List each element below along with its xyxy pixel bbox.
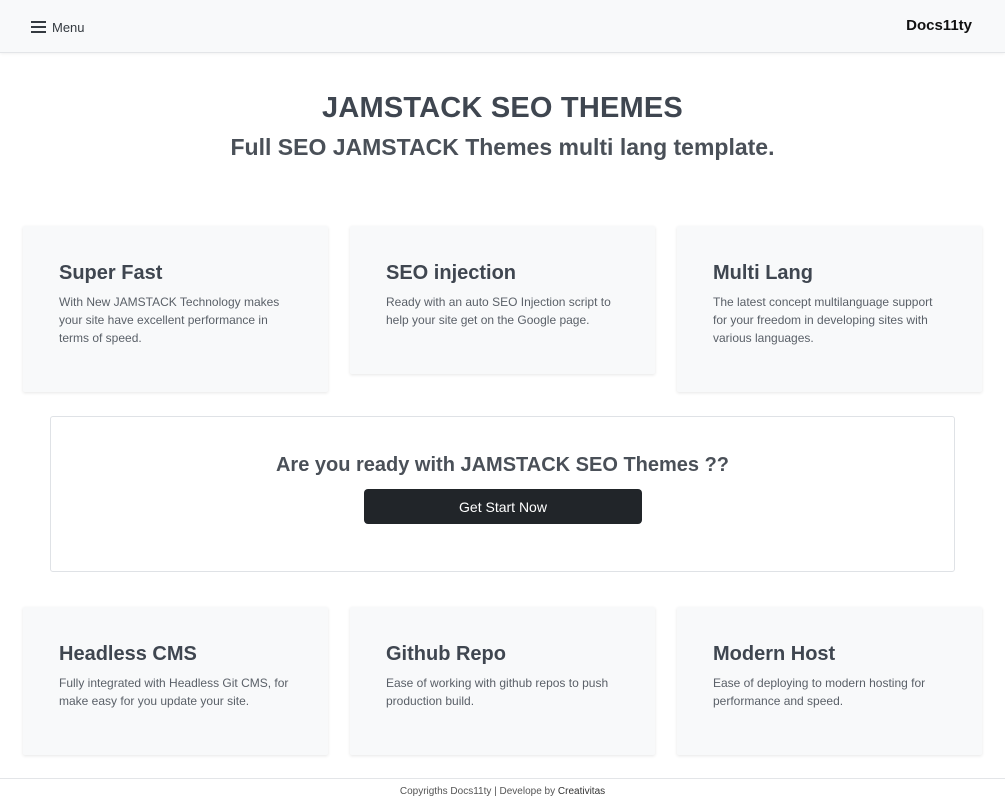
feature-card-headless-cms: Headless CMS Fully integrated with Headl…: [23, 607, 328, 755]
cta-title: Are you ready with JAMSTACK SEO Themes ?…: [275, 454, 730, 476]
feature-text: With New JAMSTACK Technology makes your …: [59, 295, 280, 345]
feature-text: Fully integrated with Headless Git CMS, …: [59, 676, 289, 708]
feature-card-multi-lang: Multi Lang The latest concept multilangu…: [677, 226, 982, 392]
feature-text: Ease of working with github repos to pus…: [386, 676, 609, 708]
feature-title: SEO injection: [386, 262, 517, 284]
get-start-now-button[interactable]: Get Start Now: [364, 489, 642, 524]
feature-card-super-fast: Super Fast With New JAMSTACK Technology …: [23, 226, 328, 392]
feature-title: Modern Host: [713, 643, 836, 665]
top-navbar: Menu Docs11ty: [0, 0, 1005, 53]
feature-text: Ready with an auto SEO Injection script …: [386, 295, 611, 327]
footer-author-link[interactable]: Creativitas: [558, 786, 605, 797]
footer: Copyrigths Docs11ty | Develope by Creati…: [0, 778, 1005, 803]
feature-title: Multi Lang: [713, 262, 813, 284]
feature-title: Super Fast: [59, 262, 163, 284]
feature-card-modern-host: Modern Host Ease of deploying to modern …: [677, 607, 982, 755]
page-title: JAMSTACK SEO THEMES: [322, 92, 683, 124]
feature-text: Ease of deploying to modern hosting for …: [713, 676, 926, 708]
feature-card-seo-injection: SEO injection Ready with an auto SEO Inj…: [350, 226, 655, 374]
cta-panel: Are you ready with JAMSTACK SEO Themes ?…: [50, 416, 955, 572]
feature-card-github-repo: Github Repo Ease of working with github …: [350, 607, 655, 755]
brand-logo[interactable]: Docs11ty: [906, 17, 972, 34]
menu-button[interactable]: Menu: [31, 17, 85, 37]
feature-text: The latest concept multilanguage support…: [713, 295, 933, 345]
menu-label: Menu: [52, 19, 85, 35]
feature-title: Headless CMS: [59, 643, 197, 665]
feature-title: Github Repo: [386, 643, 506, 665]
hamburger-icon: [31, 21, 46, 33]
footer-copyright: Copyrigths Docs11ty | Develope by: [399, 786, 558, 797]
page-subtitle: Full SEO JAMSTACK Themes multi lang temp…: [230, 134, 775, 160]
